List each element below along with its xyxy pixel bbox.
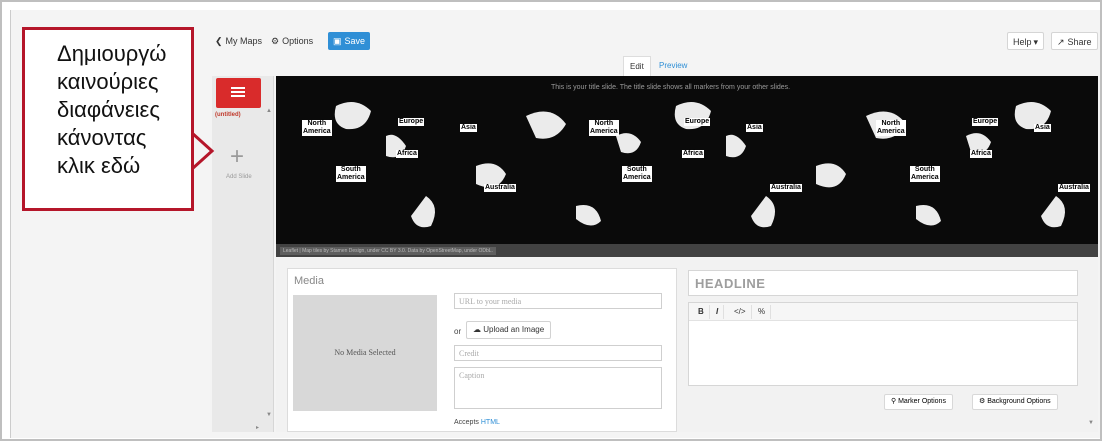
media-panel: Media No Media Selected URL to your medi… xyxy=(287,268,677,432)
add-slide-label[interactable]: Add Slide xyxy=(226,174,252,180)
map-attribution: Leaflet | Map tiles by Stamen Design, un… xyxy=(280,247,496,255)
caret-down-icon: ▾ xyxy=(1033,37,1039,47)
callout-text: Δημιουργώ καινούριες διαφάνειες κάνοντας… xyxy=(57,41,167,178)
floppy-icon: ▣ xyxy=(333,36,342,46)
label-south-america: South America xyxy=(336,166,366,182)
media-url-input[interactable]: URL to your media xyxy=(454,293,662,309)
media-preview: No Media Selected xyxy=(293,295,437,411)
label-north-america: North America xyxy=(302,120,332,136)
help-button[interactable]: Help ▾ xyxy=(1007,32,1045,50)
slide-editor: Media No Media Selected URL to your medi… xyxy=(276,258,1098,432)
share-icon: ↗ xyxy=(1057,37,1065,47)
credit-input[interactable]: Credit xyxy=(454,345,662,361)
label-africa: Africa xyxy=(682,150,704,158)
accepts-prefix: Accepts xyxy=(454,419,479,426)
caption-input[interactable]: Caption xyxy=(454,367,662,409)
or-label: or xyxy=(454,327,462,336)
label-north-america: North America xyxy=(876,120,906,136)
marker-options-button[interactable]: ⚲ Marker Options xyxy=(884,394,953,410)
text-editor[interactable]: B I </> % xyxy=(688,302,1078,386)
options-label: Options xyxy=(282,36,314,46)
cloud-upload-icon: ☁ xyxy=(473,325,481,334)
gear-icon: ⚙ xyxy=(979,398,986,405)
scroll-right-icon[interactable]: ▸ xyxy=(256,424,259,431)
options-button[interactable]: ⚙ Options xyxy=(266,32,318,50)
upload-label: Upload an Image xyxy=(483,325,545,334)
label-africa: Africa xyxy=(970,150,992,158)
label-australia: Australia xyxy=(484,184,516,192)
label-australia: Australia xyxy=(1058,184,1090,192)
headline-input[interactable]: HEADLINE xyxy=(688,270,1078,296)
callout-pointer-icon xyxy=(190,131,215,171)
save-label: Save xyxy=(344,36,366,46)
world-map-tiles xyxy=(276,76,1098,257)
label-europe: Europe xyxy=(398,118,425,126)
label-north-america: North America xyxy=(589,120,619,136)
scroll-down-icon[interactable]: ▼ xyxy=(266,412,272,418)
bold-button[interactable]: B xyxy=(693,305,710,319)
code-button[interactable]: </> xyxy=(729,305,752,319)
label-south-america: South America xyxy=(910,166,940,182)
map-view[interactable]: This is your title slide. The title slid… xyxy=(276,76,1098,257)
gear-icon: ⚙ xyxy=(271,36,280,46)
top-toolbar: ❮ My Maps ⚙ Options ▣ Save Help ▾ ↗ Share xyxy=(210,30,1098,54)
upload-image-button[interactable]: ☁ Upload an Image xyxy=(466,321,552,339)
text-toolbar: B I </> % xyxy=(689,303,1077,321)
background-options-button[interactable]: ⚙ Background Options xyxy=(972,394,1058,410)
label-asia: Asia xyxy=(1034,124,1051,132)
slide-panel: (untitled) ▲ + Add Slide ▼ ▸ xyxy=(212,76,274,432)
label-south-america: South America xyxy=(622,166,652,182)
scroll-up-icon[interactable]: ▲ xyxy=(266,108,272,114)
save-button[interactable]: ▣ Save xyxy=(328,32,371,50)
help-label: Help xyxy=(1013,37,1032,47)
share-button[interactable]: ↗ Share xyxy=(1051,32,1098,50)
my-maps-label: My Maps xyxy=(225,36,263,46)
accepts-html-link[interactable]: HTML xyxy=(481,419,500,426)
label-africa: Africa xyxy=(396,150,418,158)
tab-edit[interactable]: Edit xyxy=(623,56,651,76)
label-europe: Europe xyxy=(972,118,999,126)
share-label: Share xyxy=(1067,37,1092,47)
slide-thumbnail[interactable] xyxy=(216,78,261,108)
label-australia: Australia xyxy=(770,184,802,192)
map-marker-icon: ⚲ xyxy=(891,398,897,405)
map-title-overlay: This is your title slide. The title slid… xyxy=(551,84,791,91)
label-asia: Asia xyxy=(746,124,763,132)
slide-label: (untitled) xyxy=(215,112,241,118)
annotation-callout: Δημιουργώ καινούριες διαφάνειες κάνοντας… xyxy=(22,27,194,211)
marker-options-label: Marker Options xyxy=(898,398,946,405)
tab-preview[interactable]: Preview xyxy=(653,56,693,76)
slide-title-icon xyxy=(231,87,245,99)
media-title: Media xyxy=(294,275,324,287)
my-maps-button[interactable]: ❮ My Maps xyxy=(210,32,267,50)
label-asia: Asia xyxy=(460,124,477,132)
link-button[interactable]: % xyxy=(753,305,772,319)
accepts-note: Accepts HTML xyxy=(454,419,500,426)
chevron-left-icon: ❮ xyxy=(215,36,223,46)
plus-icon[interactable]: + xyxy=(230,145,244,169)
label-europe: Europe xyxy=(684,118,711,126)
page-scroll-down-icon[interactable]: ▼ xyxy=(1088,420,1094,426)
italic-button[interactable]: I xyxy=(711,305,725,319)
background-options-label: Background Options xyxy=(987,398,1051,405)
